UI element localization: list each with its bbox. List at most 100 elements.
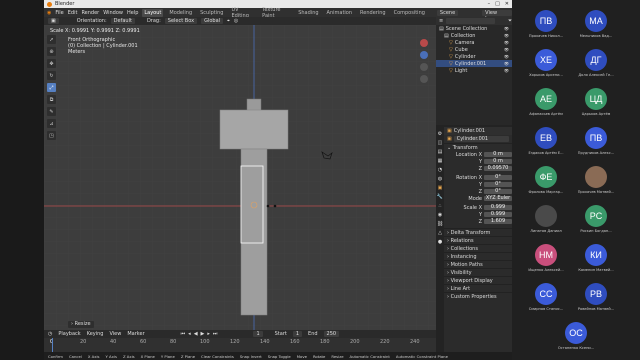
- rotate-tool-icon[interactable]: ↻: [47, 71, 56, 80]
- constraints-props-icon[interactable]: ⛓: [437, 221, 443, 227]
- viewport-canvas[interactable]: [44, 25, 436, 330]
- timeline-menu-playback[interactable]: Playback: [58, 331, 80, 337]
- annotate-tool-icon[interactable]: ✎: [47, 107, 56, 116]
- participant-tile[interactable]: АЕ Афанасьев Артём: [521, 84, 571, 124]
- outliner-row[interactable]: ▽ Light 👁: [436, 67, 512, 74]
- cursor-tool-icon[interactable]: ⊕: [47, 47, 56, 56]
- orientation-dropdown[interactable]: Default: [110, 18, 135, 24]
- menu-file[interactable]: File: [55, 10, 63, 16]
- maximize-icon[interactable]: □: [495, 1, 500, 7]
- drag-dropdown[interactable]: Select Box: [164, 18, 198, 24]
- location-x-field[interactable]: 0 m: [484, 151, 512, 158]
- properties-section-header[interactable]: › Visibility: [444, 268, 512, 276]
- datablock-name-field[interactable]: Cylinder.001: [453, 136, 509, 142]
- eye-icon[interactable]: 👁: [504, 40, 509, 45]
- outliner-editor-icon[interactable]: ≡: [439, 18, 443, 24]
- material-props-icon[interactable]: ●: [438, 239, 442, 245]
- transform-tool-icon[interactable]: ⧉: [47, 95, 56, 104]
- participant-tile[interactable]: СС Смирнов Станис...: [521, 279, 571, 319]
- outliner-row[interactable]: ▽ Cylinder.001 👁: [436, 60, 512, 67]
- outliner-row[interactable]: ▤ Collection 👁: [436, 32, 512, 39]
- close-icon[interactable]: ✕: [505, 1, 509, 7]
- properties-section-header[interactable]: › Delta Transform: [444, 228, 512, 236]
- play-reverse-icon[interactable]: ◀: [194, 331, 198, 337]
- eye-icon[interactable]: 👁: [504, 61, 509, 66]
- render-props-icon[interactable]: ◫: [438, 140, 443, 146]
- scale-z-field[interactable]: 1.609: [484, 218, 512, 225]
- transform-section-header[interactable]: ⌄ Transform: [444, 143, 512, 151]
- workspace-tab-sculpting[interactable]: Sculpting: [198, 9, 225, 17]
- menu-help[interactable]: Help: [127, 10, 138, 16]
- participant-tile[interactable]: НМ Ищенко Алексей...: [521, 240, 571, 280]
- move-tool-icon[interactable]: ✥: [47, 59, 56, 68]
- transform-space-dropdown[interactable]: Global: [201, 18, 224, 24]
- playhead[interactable]: [52, 338, 53, 352]
- rotation-x-field[interactable]: 0°: [484, 174, 512, 181]
- eye-icon[interactable]: 👁: [504, 26, 509, 31]
- add-cube-tool-icon[interactable]: ◳: [47, 131, 56, 140]
- view-layer-props-icon[interactable]: ▦: [438, 158, 443, 164]
- participant-tile[interactable]: Прохачев Матвей...: [571, 162, 621, 202]
- physics-props-icon[interactable]: ◉: [438, 212, 442, 218]
- menu-render[interactable]: Render: [81, 10, 99, 16]
- participant-tile[interactable]: МА Мельников Вад...: [571, 6, 621, 46]
- eye-icon[interactable]: 👁: [504, 47, 509, 52]
- timeline-menu-view[interactable]: View: [109, 331, 121, 337]
- location-y-field[interactable]: 0 m: [484, 158, 512, 165]
- participant-tile[interactable]: ФЕ Фролова Маргар...: [521, 162, 571, 202]
- output-props-icon[interactable]: ▤: [438, 149, 443, 155]
- workspace-tab-animation[interactable]: Animation: [325, 9, 355, 17]
- scale-y-field[interactable]: 0.999: [484, 211, 512, 218]
- start-frame-field[interactable]: 1: [292, 331, 303, 337]
- eye-icon[interactable]: 👁: [504, 68, 509, 73]
- timeline-menu-keying[interactable]: Keying: [87, 331, 104, 337]
- rotation-y-field[interactable]: 0°: [484, 181, 512, 188]
- timeline-ruler[interactable]: 020406080100120140160180200220240: [44, 338, 436, 352]
- workspace-tab-layout[interactable]: Layout: [142, 8, 164, 17]
- view-layer-selector[interactable]: View Layer: [482, 9, 512, 22]
- outliner-row[interactable]: ▽ Cylinder 👁: [436, 53, 512, 60]
- participant-tile[interactable]: ЕВ Ездаков Артём Е...: [521, 123, 571, 163]
- clock-icon[interactable]: ◷: [48, 331, 52, 337]
- participant-tile[interactable]: ХЕ Хорьков Арсени...: [521, 45, 571, 85]
- participant-tile[interactable]: РВ Ровейнов Матвей...: [571, 279, 621, 319]
- data-props-icon[interactable]: △: [438, 230, 442, 236]
- eye-icon[interactable]: 👁: [504, 54, 509, 59]
- editor-type-button[interactable]: ▣: [48, 18, 59, 24]
- workspace-tab-shading[interactable]: Shading: [296, 9, 320, 17]
- select-tool-icon[interactable]: ➚: [47, 35, 56, 44]
- operator-panel[interactable]: › Resize: [68, 321, 94, 328]
- world-props-icon[interactable]: ◍: [438, 176, 442, 182]
- participant-tile[interactable]: ЦД Царьков Артём: [571, 84, 621, 124]
- participant-tile[interactable]: ДГ Доля Алексей Ге...: [571, 45, 621, 85]
- rotation-mode-dropdown[interactable]: XYZ Euler: [484, 195, 512, 202]
- outliner-row[interactable]: ▽ Cube 👁: [436, 46, 512, 53]
- workspace-tab-compositing[interactable]: Compositing: [392, 9, 427, 17]
- participant-tile[interactable]: Липатов Даниил: [521, 201, 571, 241]
- properties-section-header[interactable]: › Custom Properties: [444, 292, 512, 300]
- properties-section-header[interactable]: › Collections: [444, 244, 512, 252]
- 3d-viewport[interactable]: ➚ ⊕ ✥ ↻ ⤢ ⧉ ✎ ⊿ ◳ Scale X: 0.9991 Y: 0.9…: [44, 25, 436, 330]
- workspace-tab-modeling[interactable]: Modeling: [167, 9, 194, 17]
- properties-section-header[interactable]: › Motion Paths: [444, 260, 512, 268]
- properties-section-header[interactable]: › Instancing: [444, 252, 512, 260]
- scene-selector[interactable]: Scene: [436, 9, 459, 16]
- minimize-icon[interactable]: –: [488, 1, 491, 7]
- blender-menu-icon[interactable]: ◉: [47, 10, 51, 16]
- properties-section-header[interactable]: › Line Art: [444, 284, 512, 292]
- participant-tile[interactable]: ПВ Прудников Алекс...: [571, 123, 621, 163]
- participant-tile[interactable]: ПВ Прохачев Никол...: [521, 6, 571, 46]
- measure-tool-icon[interactable]: ⊿: [47, 119, 56, 128]
- participant-tile[interactable]: КИ Каменин Матвей...: [571, 240, 621, 280]
- timeline-menu-marker[interactable]: Marker: [127, 331, 144, 337]
- end-frame-field[interactable]: 250: [323, 331, 340, 337]
- eye-icon[interactable]: 👁: [504, 33, 509, 38]
- menu-edit[interactable]: Edit: [68, 10, 78, 16]
- participant-tile[interactable]: ОС Остапенко Ксени...: [551, 318, 601, 358]
- current-frame-field[interactable]: 1: [253, 331, 263, 337]
- tool-props-icon[interactable]: ⚙: [438, 131, 442, 137]
- properties-section-header[interactable]: › Relations: [444, 236, 512, 244]
- workspace-tab-rendering[interactable]: Rendering: [358, 9, 388, 17]
- object-props-icon[interactable]: ▣: [438, 185, 443, 191]
- properties-section-header[interactable]: › Viewport Display: [444, 276, 512, 284]
